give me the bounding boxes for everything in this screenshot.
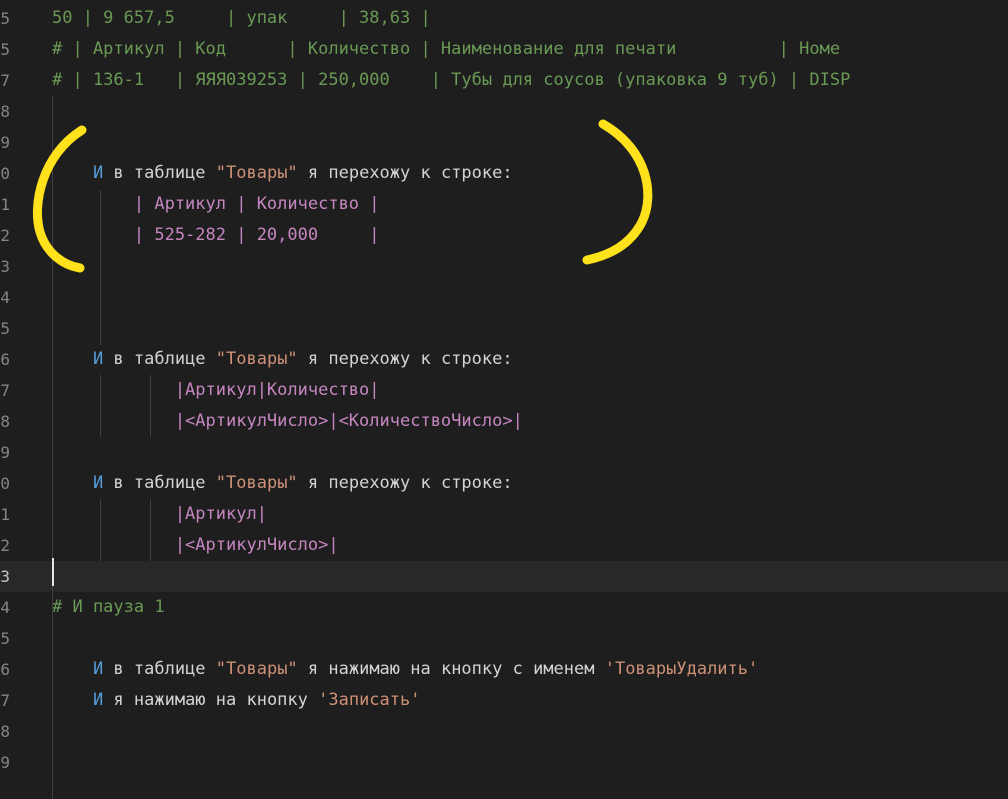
right-bracket-mark bbox=[582, 119, 653, 265]
left-bracket-mark bbox=[33, 125, 87, 273]
code-editor[interactable]: 5 50 | 9 657,5 | упак | 38,63 | 5 # | Артик… bbox=[0, 0, 1008, 799]
highlight-annotation bbox=[33, 119, 653, 273]
